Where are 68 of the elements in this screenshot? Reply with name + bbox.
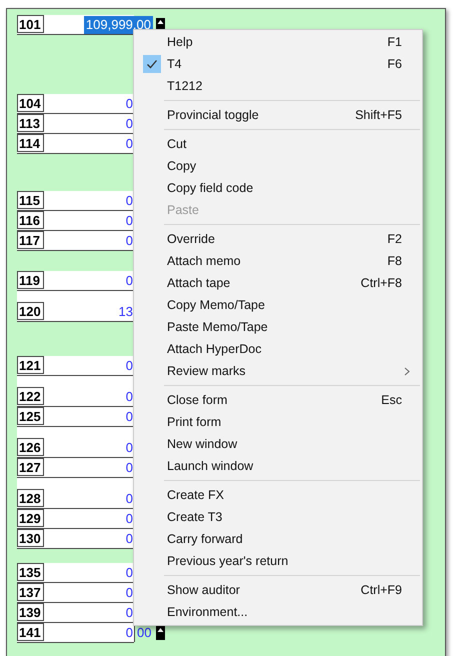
amount-field[interactable]: 109,999.00: [84, 16, 153, 34]
menu-item[interactable]: Environment...: [134, 601, 422, 623]
menu-item[interactable]: Copy Memo/Tape: [134, 294, 422, 316]
amount-field[interactable]: 0: [126, 212, 134, 230]
line-number: 129: [17, 509, 44, 527]
line-number: 127: [17, 458, 44, 476]
line-number: 121: [17, 356, 44, 374]
menu-item[interactable]: Review marks: [134, 360, 422, 382]
menu-item[interactable]: Copy field code: [134, 177, 422, 199]
amount-field[interactable]: 0: [126, 388, 134, 406]
menu-item[interactable]: T4 F6: [134, 53, 422, 75]
line-number: 115: [17, 191, 44, 209]
amount-field[interactable]: 0: [126, 564, 134, 582]
line-number: 128: [17, 489, 44, 507]
amount-field[interactable]: 0: [126, 490, 134, 508]
line-number: 130: [17, 529, 44, 547]
line-number: 141: [17, 623, 44, 641]
menu-item[interactable]: Show auditor Ctrl+F9: [134, 579, 422, 601]
menu-item[interactable]: Provincial toggle Shift+F5: [134, 104, 422, 126]
line-number: 139: [17, 603, 44, 621]
line-number: 114: [17, 134, 44, 152]
line-number: 122: [17, 387, 44, 405]
amount-field[interactable]: 0: [126, 408, 134, 426]
amount-field[interactable]: 13: [118, 303, 134, 321]
amount-field[interactable]: 0: [126, 459, 134, 477]
line-number: 117: [17, 231, 44, 249]
line-number: 120: [17, 302, 44, 320]
checkmark-icon: [142, 55, 160, 73]
amount-field[interactable]: 0: [126, 604, 134, 622]
amount-field[interactable]: 0: [126, 510, 134, 528]
menu-item[interactable]: Attach memo F8: [134, 250, 422, 272]
line-number: 119: [17, 271, 44, 289]
menu-item[interactable]: Create T3: [134, 506, 422, 528]
amount-field[interactable]: 0: [126, 95, 134, 113]
line-number: 116: [17, 211, 44, 229]
amount-field[interactable]: 0: [126, 115, 134, 133]
line-number: 135: [17, 563, 44, 581]
menu-item[interactable]: Attach HyperDoc: [134, 338, 422, 360]
menu-item[interactable]: Help F1: [134, 31, 422, 53]
menu-item[interactable]: Print form: [134, 411, 422, 433]
amount-field[interactable]: 0: [126, 584, 134, 602]
menu-item[interactable]: Attach tape Ctrl+F8: [134, 272, 422, 294]
menu-item[interactable]: T1212: [134, 75, 422, 97]
amount-field[interactable]: 0: [126, 272, 134, 290]
line-number: 113: [17, 114, 44, 132]
menu-item[interactable]: Copy: [134, 155, 422, 177]
line-number: 101: [17, 15, 44, 33]
menu-item[interactable]: Carry forward: [134, 528, 422, 550]
line-number: 125: [17, 407, 44, 425]
line-number: 137: [17, 583, 44, 601]
amount-field[interactable]: 0: [126, 192, 134, 210]
menu-item[interactable]: Launch window: [134, 455, 422, 477]
amount-field[interactable]: 0: [126, 357, 134, 375]
amount-field[interactable]: 0: [126, 530, 134, 548]
amount-field[interactable]: 0: [126, 135, 134, 153]
amount-field[interactable]: 0: [126, 439, 134, 457]
amount-field[interactable]: 0: [126, 232, 134, 250]
chevron-right-icon: [404, 367, 410, 376]
line-number: 104: [17, 94, 44, 112]
menu-item[interactable]: Create FX: [134, 484, 422, 506]
menu-item[interactable]: Close form Esc: [134, 389, 422, 411]
line-number: 126: [17, 438, 44, 456]
menu-item[interactable]: Paste Memo/Tape: [134, 316, 422, 338]
menu-item[interactable]: Override F2: [134, 228, 422, 250]
menu-item[interactable]: Previous year's return: [134, 550, 422, 572]
menu-item[interactable]: Cut: [134, 133, 422, 155]
amount-field[interactable]: 0: [126, 624, 134, 642]
menu-item[interactable]: New window: [134, 433, 422, 455]
